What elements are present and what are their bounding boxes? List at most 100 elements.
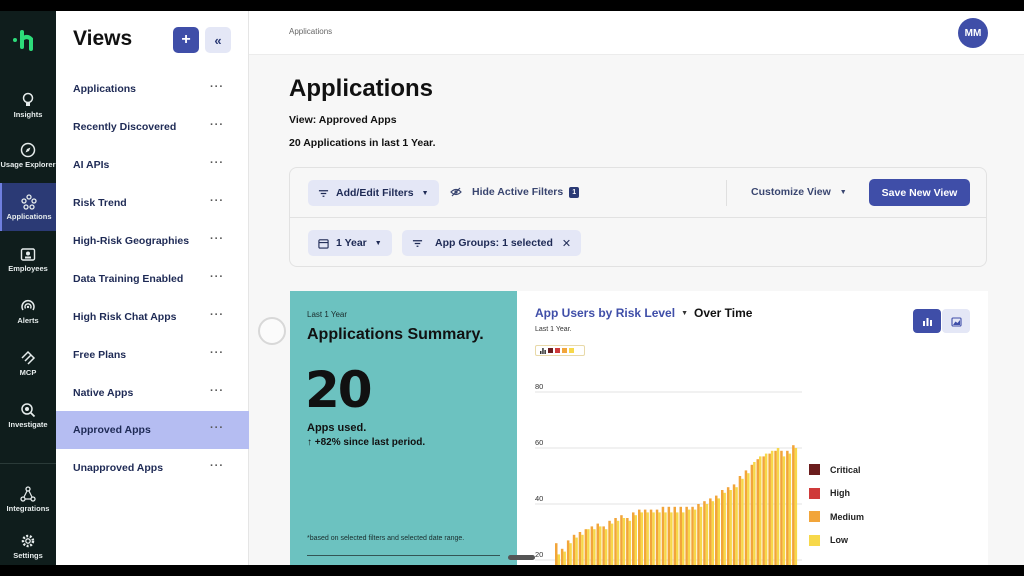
bar-medium[interactable] [638, 509, 641, 565]
more-options-icon[interactable]: ··· [210, 460, 224, 472]
chart-title[interactable]: App Users by Risk Level ▼ Over Time [535, 306, 752, 320]
bar-low[interactable] [759, 456, 762, 565]
bar-low[interactable] [735, 487, 738, 565]
bar-low[interactable] [723, 492, 726, 565]
bar-medium[interactable] [566, 540, 570, 565]
bar-medium[interactable] [649, 509, 653, 565]
app-groups-filter-chip[interactable]: App Groups: 1 selected ✕ [402, 230, 582, 256]
rail-item-insights[interactable]: Insights [0, 81, 56, 129]
bar-low[interactable] [658, 512, 661, 565]
date-range-select[interactable]: 1 Year ▼ [308, 230, 392, 256]
more-options-icon[interactable]: ··· [210, 385, 224, 397]
bar-medium[interactable] [750, 464, 754, 565]
bar-medium[interactable] [643, 509, 647, 565]
legend-item-critical[interactable]: Critical [809, 458, 864, 482]
brand-logo[interactable] [8, 19, 48, 59]
add-edit-filters-button[interactable]: Add/Edit Filters ▼ [308, 180, 439, 206]
bar-low[interactable] [717, 498, 721, 565]
view-item-free-plans[interactable]: Free Plans ··· [56, 336, 249, 374]
close-icon[interactable]: ✕ [562, 237, 571, 250]
legend-item-low[interactable]: Low [809, 529, 864, 553]
view-item-recently-discovered[interactable]: Recently Discovered ··· [56, 108, 249, 146]
bar-view-toggle[interactable] [913, 309, 941, 333]
breadcrumb[interactable]: Applications [289, 27, 332, 36]
rail-item-employees[interactable]: Employees [0, 235, 56, 283]
bar-medium[interactable] [756, 459, 760, 565]
bar-medium[interactable] [703, 501, 706, 565]
bar-medium[interactable] [780, 450, 783, 565]
bar-low[interactable] [557, 554, 561, 565]
rail-item-usage-explorer[interactable]: Usage Explorer [0, 131, 56, 179]
bar-low[interactable] [604, 529, 608, 565]
area-view-toggle[interactable] [942, 309, 970, 333]
bar-medium[interactable] [560, 548, 564, 565]
more-options-icon[interactable]: ··· [210, 233, 224, 245]
bar-low[interactable] [634, 515, 638, 565]
bar-medium[interactable] [596, 523, 600, 565]
view-item-approved-apps[interactable]: Approved Apps ··· [56, 411, 249, 449]
bar-medium[interactable] [626, 518, 629, 565]
hide-active-filters-button[interactable]: Hide Active Filters 1 [450, 186, 580, 198]
save-new-view-button[interactable]: Save New View [869, 179, 970, 206]
more-options-icon[interactable]: ··· [210, 347, 224, 359]
bar-low[interactable] [693, 509, 697, 565]
bar-low[interactable] [753, 462, 756, 565]
more-options-icon[interactable]: ··· [210, 271, 224, 283]
more-options-icon[interactable]: ··· [210, 119, 224, 131]
bar-low[interactable] [587, 529, 590, 565]
rail-item-applications[interactable]: Applications [0, 183, 56, 231]
bar-low[interactable] [747, 473, 750, 565]
bar-low[interactable] [593, 529, 596, 565]
more-options-icon[interactable]: ··· [210, 157, 224, 169]
legend-item-medium[interactable]: Medium [809, 505, 864, 529]
bar-low[interactable] [699, 506, 703, 565]
bar-low[interactable] [563, 551, 566, 565]
view-item-ai-apis[interactable]: AI APIs ··· [56, 146, 249, 184]
view-item-risk-trend[interactable]: Risk Trend ··· [56, 184, 249, 222]
bar-low[interactable] [676, 512, 679, 565]
bar-medium[interactable] [614, 518, 617, 565]
bar-low[interactable] [687, 509, 691, 565]
view-item-high-risk-geographies[interactable]: High-Risk Geographies ··· [56, 222, 249, 260]
bar-low[interactable] [569, 543, 572, 565]
bar-low[interactable] [628, 520, 632, 565]
view-item-unapproved-apps[interactable]: Unapproved Apps ··· [56, 449, 249, 487]
horizontal-scroll-handle[interactable] [508, 555, 535, 560]
bar-low[interactable] [646, 512, 649, 565]
bar-medium[interactable] [709, 498, 712, 565]
bar-medium[interactable] [602, 526, 605, 565]
bar-low[interactable] [682, 512, 685, 565]
bar-medium[interactable] [768, 453, 771, 565]
bar-low[interactable] [610, 523, 614, 565]
bar-low[interactable] [599, 526, 602, 565]
bar-low[interactable] [664, 512, 667, 565]
more-options-icon[interactable]: ··· [210, 309, 224, 321]
bar-medium[interactable] [673, 506, 677, 565]
bar-low[interactable] [770, 450, 774, 565]
avatar[interactable]: MM [958, 18, 988, 48]
bar-medium[interactable] [774, 450, 777, 565]
bar-low[interactable] [741, 478, 744, 565]
bar-medium[interactable] [584, 529, 588, 565]
bar-low[interactable] [711, 501, 715, 565]
rail-item-integrations[interactable]: Integrations [0, 475, 56, 523]
bar-medium[interactable] [661, 506, 665, 565]
add-view-button[interactable]: + [173, 27, 199, 53]
bar-medium[interactable] [715, 495, 718, 565]
bar-medium[interactable] [691, 506, 694, 565]
bar-medium[interactable] [632, 512, 635, 565]
bar-medium[interactable] [786, 450, 789, 565]
bar-medium[interactable] [655, 509, 659, 565]
bar-low[interactable] [729, 490, 732, 565]
bar-medium[interactable] [726, 487, 730, 565]
bar-medium[interactable] [667, 506, 671, 565]
bar-medium[interactable] [762, 456, 765, 565]
bar-low[interactable] [764, 453, 768, 565]
bar-medium[interactable] [738, 476, 742, 565]
bar-medium[interactable] [578, 532, 582, 565]
rail-item-investigate[interactable]: Investigate [0, 391, 56, 439]
bar-low[interactable] [616, 520, 620, 565]
bar-low[interactable] [581, 534, 584, 565]
bar-medium[interactable] [721, 490, 724, 565]
bar-low[interactable] [652, 512, 655, 565]
